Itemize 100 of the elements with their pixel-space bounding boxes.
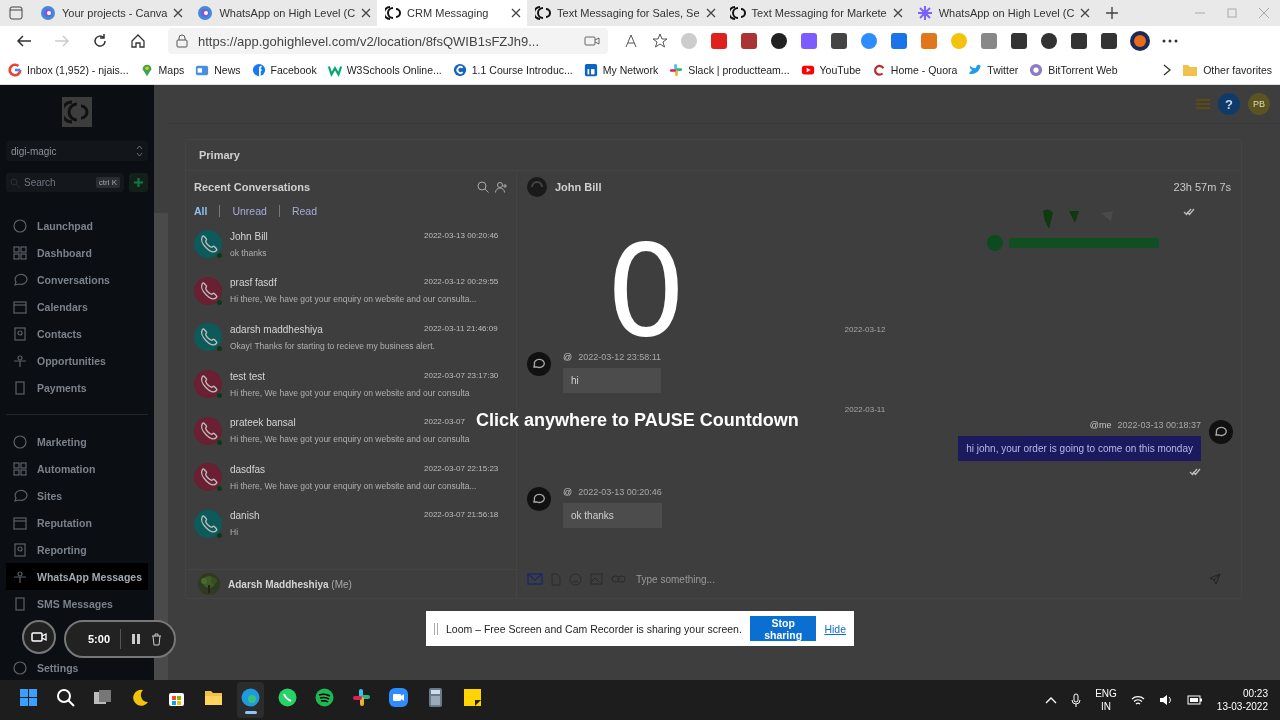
tab-label[interactable]: Primary xyxy=(199,149,240,161)
bookmark[interactable]: Inbox (1,952) - njais... xyxy=(8,63,129,77)
volume-icon[interactable] xyxy=(1158,694,1173,706)
tab-actions-icon[interactable] xyxy=(9,6,23,20)
contact-name[interactable]: danish xyxy=(230,510,260,522)
site-icon xyxy=(1029,63,1044,77)
filter-tab[interactable]: Read xyxy=(291,205,317,217)
favorite-icon[interactable] xyxy=(652,33,668,49)
chevron-icon[interactable] xyxy=(1163,64,1172,76)
extension-icon[interactable] xyxy=(1100,32,1118,50)
contact-name[interactable]: prasf fasdf xyxy=(230,277,277,289)
filter-tab[interactable]: All xyxy=(194,205,208,217)
microphone-icon[interactable] xyxy=(1071,693,1082,707)
extension-icon[interactable] xyxy=(1070,32,1088,50)
shortcut-hint: ctrl K xyxy=(95,177,120,188)
contact-name[interactable]: dasdfas xyxy=(230,463,266,475)
bookmark[interactable]: News xyxy=(195,63,241,77)
wifi-icon[interactable] xyxy=(1130,694,1145,706)
nav-item[interactable]: Reporting xyxy=(6,536,148,563)
search-icon xyxy=(10,177,20,188)
bookmark[interactable]: Maps xyxy=(139,63,185,77)
contact-name[interactable]: test test xyxy=(230,370,265,382)
nav-item[interactable]: Automation xyxy=(6,455,148,482)
nav-item[interactable]: Reputation xyxy=(6,509,148,536)
hide-link[interactable]: Hide xyxy=(824,622,846,635)
bookmark-folder[interactable]: Other favorites xyxy=(1182,63,1272,77)
user-avatar[interactable]: PB xyxy=(1248,93,1270,115)
close-icon[interactable] xyxy=(705,8,716,18)
address-bar[interactable]: https://app.gohighlevel.com/v2/location/8fsQWIB1sFZJh9... xyxy=(168,28,608,54)
language-indicator[interactable]: ENG IN xyxy=(1095,687,1117,713)
back-icon[interactable] xyxy=(16,33,32,49)
close-icon[interactable] xyxy=(1080,8,1091,18)
new-tab-icon[interactable] xyxy=(1105,6,1120,20)
pause-icon[interactable] xyxy=(131,633,142,645)
extension-icon[interactable] xyxy=(1010,32,1028,50)
bookmark[interactable]: Slack | productteam... xyxy=(669,63,790,77)
nav-item[interactable]: Contacts xyxy=(6,320,148,347)
add-contact-icon[interactable] xyxy=(495,181,508,193)
nav-item[interactable]: Opportunities xyxy=(6,347,148,374)
clock[interactable]: 00:23 13-03-2022 xyxy=(1216,687,1268,713)
add-button[interactable] xyxy=(129,173,148,192)
nav-item[interactable]: Launchpad xyxy=(6,212,148,239)
nav-item[interactable]: WhatsApp Messages xyxy=(6,563,148,590)
contact-name[interactable]: John Bill xyxy=(230,230,268,242)
browser-tab[interactable]: Text Messaging for Sales, Se xyxy=(527,0,722,26)
account-selector[interactable]: digi-magic xyxy=(6,141,148,161)
bookmark[interactable]: YouTube xyxy=(800,63,861,77)
taskbar-app[interactable] xyxy=(237,682,264,718)
filter-tab[interactable]: Unread xyxy=(232,205,267,217)
stop-sharing-button[interactable]: Stop sharing xyxy=(749,616,817,641)
site-icon xyxy=(583,63,598,77)
chat-bubble-icon xyxy=(527,352,551,376)
extension-icon[interactable] xyxy=(740,32,758,50)
trash-icon[interactable] xyxy=(151,632,163,646)
nav-item[interactable]: Dashboard xyxy=(6,239,148,266)
browser-tab[interactable]: Your projects - Canva xyxy=(32,0,190,26)
bookmark[interactable]: Home - Quora xyxy=(871,63,958,77)
nav-icon xyxy=(12,379,28,396)
close-icon[interactable] xyxy=(361,8,372,18)
extension-icon[interactable] xyxy=(770,32,788,50)
nav-item[interactable]: Settings xyxy=(6,660,148,676)
help-button[interactable]: ? xyxy=(1218,93,1240,115)
close-icon[interactable] xyxy=(173,8,184,18)
bookmark[interactable]: Twitter xyxy=(968,63,1019,77)
message-preview: Okay! Thanks for starting to recieve my business alert. xyxy=(230,341,436,351)
nav-item[interactable]: Sites xyxy=(6,482,148,509)
nav-item[interactable]: SMS Messages xyxy=(6,590,148,617)
bookmark[interactable]: My Network xyxy=(583,63,659,77)
extension-icon[interactable] xyxy=(830,32,848,50)
bookmark[interactable]: 1.1 Course Introduc... xyxy=(452,63,573,77)
bookmark[interactable]: BitTorrent Web xyxy=(1029,63,1118,77)
nav-item[interactable]: Calendars xyxy=(6,293,148,320)
battery-icon[interactable] xyxy=(1186,695,1203,705)
more-icon[interactable] xyxy=(1162,39,1178,43)
browser-tab[interactable]: Text Messaging for Markete xyxy=(721,0,909,26)
close-icon[interactable] xyxy=(892,8,903,18)
nav-item[interactable]: Marketing xyxy=(6,428,148,455)
chevron-up-icon[interactable] xyxy=(1045,696,1058,704)
message-input[interactable]: Type something... xyxy=(634,572,1201,586)
search-icon[interactable] xyxy=(477,181,489,193)
home-icon[interactable] xyxy=(130,33,146,49)
bookmark[interactable]: Facebook xyxy=(251,63,317,77)
bookmark[interactable]: W3Schools Online... xyxy=(327,63,442,77)
drag-handle[interactable] xyxy=(434,622,438,635)
browser-tab[interactable]: CRM Messaging xyxy=(377,0,528,26)
camera-icon[interactable] xyxy=(584,35,600,47)
nav-item[interactable]: Payments xyxy=(6,374,148,401)
contact-name[interactable]: prateek bansal xyxy=(230,417,296,429)
contact-name[interactable]: adarsh maddheshiya xyxy=(230,324,323,335)
refresh-icon[interactable] xyxy=(92,33,108,49)
chat-bubble-icon xyxy=(527,487,551,511)
browser-tab[interactable]: WhatsApp on High Level (C xyxy=(189,0,378,26)
app-icon xyxy=(314,686,335,708)
extension-icon[interactable] xyxy=(1040,32,1058,50)
nav-item[interactable]: Conversations xyxy=(6,266,148,293)
close-icon[interactable] xyxy=(511,8,522,18)
browser-tab[interactable]: WhatsApp on High Level (C xyxy=(908,0,1097,26)
search-field[interactable]: Search ctrl K xyxy=(6,173,124,192)
countdown-tooltip[interactable]: Click anywhere to PAUSE Countdown xyxy=(476,410,799,431)
profile-icon[interactable] xyxy=(1130,31,1150,51)
